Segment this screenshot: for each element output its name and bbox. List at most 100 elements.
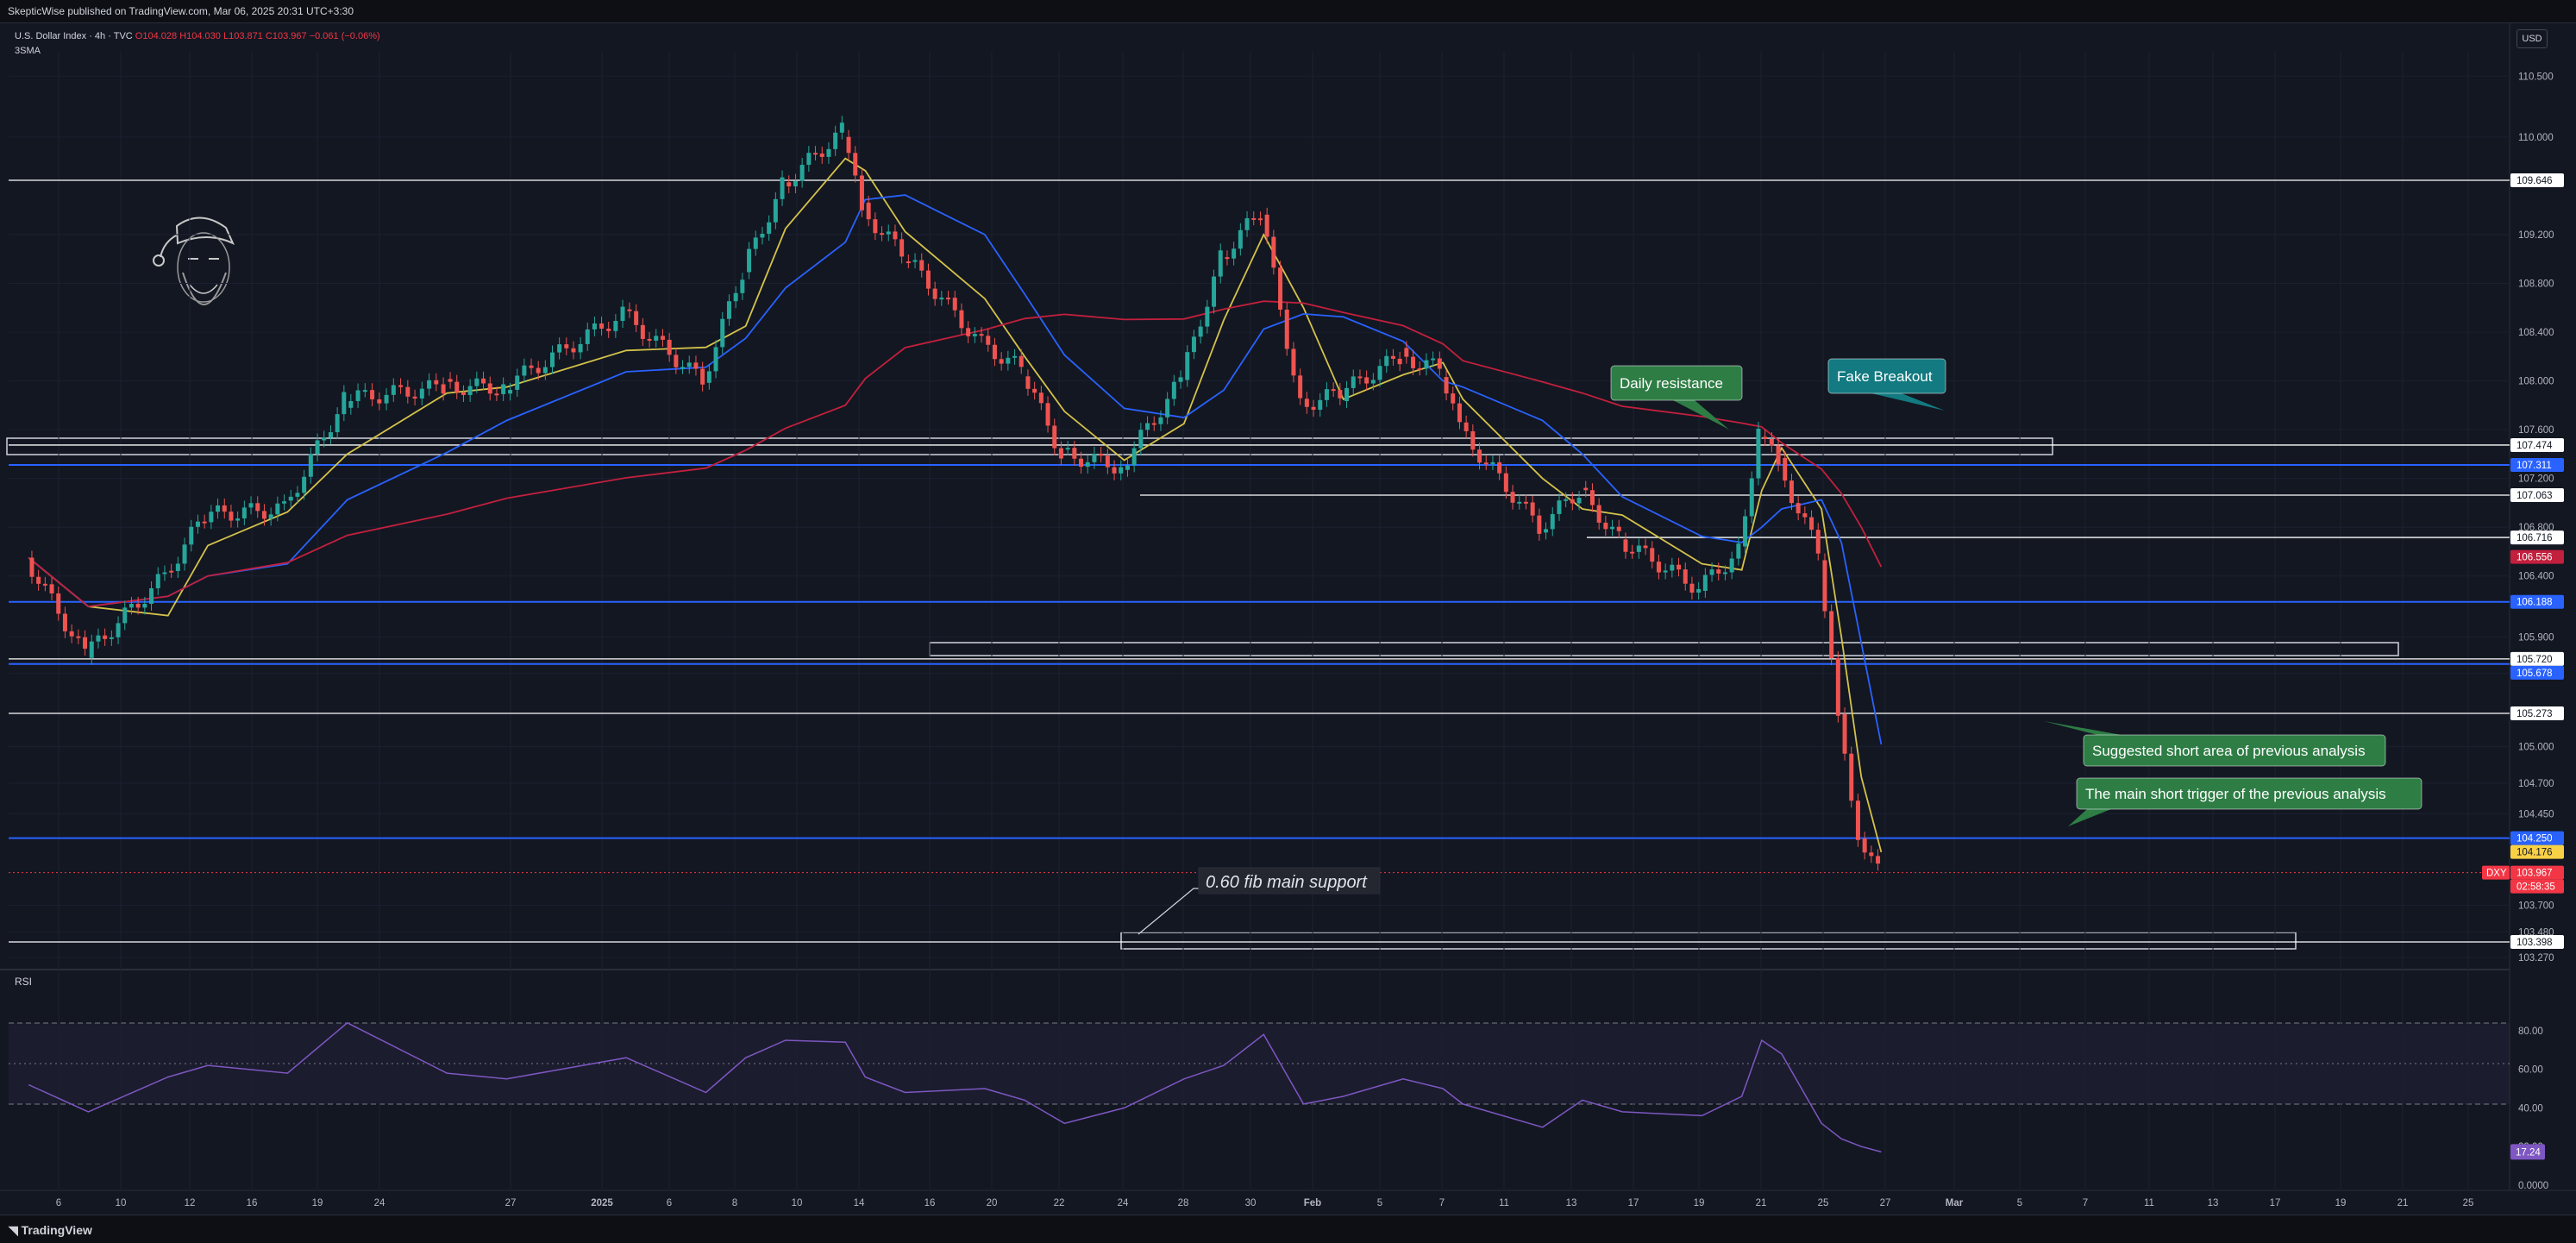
candle-body [434, 380, 439, 385]
candle-body [1191, 336, 1196, 353]
fib-support-zone[interactable] [1120, 932, 2297, 950]
candle-body [1112, 467, 1117, 474]
candle-body [142, 603, 147, 608]
candle-body [1683, 569, 1688, 584]
price-tick-label: 103.700 [2518, 901, 2554, 911]
candle-body [1344, 387, 1350, 402]
candle-body [773, 198, 778, 223]
time-tick-label: 10 [792, 1198, 803, 1208]
supply-zone[interactable] [929, 642, 2399, 656]
candle-body [634, 311, 639, 325]
price-tick-label: 110.500 [2518, 72, 2554, 82]
price-label-text: 109.646 [2516, 176, 2553, 186]
candle-body [1079, 458, 1084, 468]
candle-body [149, 587, 154, 604]
tradingview-logo[interactable]: ◥ TradingView [9, 1223, 92, 1238]
candle-body [1125, 465, 1130, 470]
candle-body [261, 511, 266, 519]
candle-body [454, 381, 460, 392]
candle-body [405, 386, 411, 397]
candle-body [1397, 358, 1402, 365]
annotation-text: Suggested short area of previous analysi… [2092, 743, 2366, 759]
candle-body [342, 392, 347, 415]
candle-body [522, 365, 527, 376]
candle-body [753, 237, 758, 249]
candle-body [959, 310, 964, 329]
candle-body [1503, 473, 1508, 493]
candle-body [1284, 309, 1289, 349]
time-tick-label: 14 [854, 1198, 865, 1208]
candle-body [912, 260, 918, 262]
moving-average-line [28, 194, 1883, 745]
candle-body [1743, 516, 1748, 547]
candle-body [1862, 838, 1867, 853]
price-chart[interactable]: 110.500 110.000 109.200 108.800 108.400 108.0… [0, 0, 2576, 1242]
price-label-text: 104.176 [2516, 848, 2553, 858]
candle-body [1557, 500, 1562, 514]
annotation-text: Daily resistance [1620, 375, 1723, 392]
candle-body [939, 298, 944, 300]
candle-body [362, 390, 367, 392]
candle-body [919, 260, 924, 271]
time-tick-label: 11 [1499, 1198, 1509, 1208]
time-tick-label: 25 [1818, 1198, 1829, 1208]
price-tick-label: 104.700 [2518, 779, 2554, 789]
candle-body [487, 383, 492, 394]
price-tick-label: 103.270 [2518, 953, 2554, 964]
candle-body [216, 505, 221, 512]
candle-body [760, 234, 765, 238]
rsi-pane-label[interactable]: RSI [15, 976, 32, 988]
time-tick-label: 19 [312, 1198, 323, 1208]
tv-icon: ◥ [9, 1223, 22, 1237]
candle-body [391, 385, 396, 395]
time-tick-label: 19 [2335, 1198, 2347, 1208]
candle-body [1677, 564, 1682, 570]
candle-body [1636, 545, 1641, 552]
candle-body [370, 390, 375, 399]
time-tick-label: 27 [1880, 1198, 1891, 1208]
candle-body [222, 505, 227, 512]
candle-body [1092, 453, 1097, 462]
candle-body [1570, 499, 1575, 504]
price-tick-label: 110.000 [2518, 133, 2554, 143]
candle-body [1656, 562, 1661, 573]
candle-body [419, 388, 424, 399]
candle-body [819, 154, 824, 157]
candle-body [686, 362, 692, 367]
candle-body [1085, 461, 1090, 468]
candle-body [1523, 501, 1528, 504]
candle-body [335, 414, 340, 433]
candle-body [1776, 445, 1781, 465]
candle-body [693, 362, 699, 369]
candle-body [833, 132, 838, 149]
price-tick-label: 105.000 [2518, 743, 2554, 753]
candle-body [1298, 375, 1303, 399]
candle-body [282, 501, 287, 504]
candle-body [1411, 356, 1416, 368]
candle-body [1477, 449, 1482, 463]
candle-body [1291, 348, 1296, 376]
candle-body [1696, 588, 1702, 593]
time-tick-label: 16 [247, 1198, 258, 1208]
candle-body [441, 384, 446, 394]
brand-name: TradingView [21, 1223, 92, 1237]
candle-body [209, 512, 214, 523]
candle-body [1869, 852, 1874, 857]
candle-body [571, 348, 576, 353]
candle-body [780, 177, 785, 199]
daily-resistance-zone[interactable] [6, 437, 2053, 455]
candle-body [1357, 376, 1363, 379]
rsi-value-text: 17.24 [2516, 1147, 2541, 1158]
candle-body [1390, 355, 1395, 359]
candle-body [348, 400, 354, 408]
candle-body [1058, 448, 1063, 459]
candle-body [1722, 572, 1727, 574]
candle-body [1650, 548, 1655, 562]
candle-body [839, 122, 844, 133]
candle-body [1351, 376, 1356, 388]
candle-body [501, 384, 506, 394]
candle-body [295, 493, 300, 497]
candle-body [1444, 377, 1449, 394]
price-label-text: 02:58:35 [2516, 882, 2555, 893]
candle-body [674, 355, 679, 367]
